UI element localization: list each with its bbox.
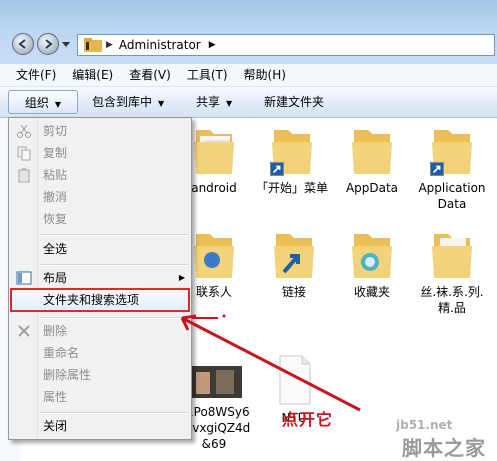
paste-icon: [18, 168, 30, 183]
chevron-down-icon: ▼: [226, 99, 233, 108]
submenu-arrow-icon: ▶: [178, 273, 185, 282]
menu-item-label: 属性: [43, 390, 68, 404]
menu-item-layout[interactable]: 布局 ▶: [9, 267, 191, 289]
menu-item-undo[interactable]: 撤消: [9, 186, 191, 208]
menu-item-label: 粘贴: [43, 168, 68, 182]
menu-item-copy[interactable]: 复制: [9, 142, 191, 164]
menu-item-close[interactable]: 关闭: [9, 415, 191, 437]
breadcrumb-chevron-icon[interactable]: ▶: [209, 40, 216, 50]
annotation-label: 点开它: [282, 410, 334, 429]
menu-bar: 文件(F) 编辑(E) 查看(V) 工具(T) 帮助(H): [0, 64, 497, 87]
menu-separator: [39, 317, 189, 319]
file-icon: [270, 352, 318, 408]
layout-icon: [16, 271, 32, 285]
folder-icon: [190, 122, 238, 178]
watermark-site: jb51.net: [396, 418, 453, 432]
watermark-brand: 脚本之家: [402, 436, 486, 460]
menu-item-paste[interactable]: 粘贴: [9, 164, 191, 186]
share-button[interactable]: 共享 ▼: [196, 87, 232, 117]
file-label: 收藏夹: [353, 285, 390, 299]
menu-item-label: 复制: [43, 146, 68, 160]
file-item-appdata[interactable]: AppData: [334, 122, 410, 196]
menu-item-label: 文件夹和搜索选项: [43, 293, 140, 307]
contacts-folder-icon: [190, 226, 238, 282]
file-label: AppData: [345, 181, 399, 195]
menu-tools[interactable]: 工具(T): [179, 64, 236, 86]
copy-icon: [17, 146, 31, 161]
menu-edit[interactable]: 编辑(E): [64, 64, 121, 86]
menu-item-label: 撤消: [43, 190, 68, 204]
breadcrumb-separator-icon[interactable]: ▶: [106, 40, 113, 50]
menu-item-cut[interactable]: 剪切: [9, 120, 191, 142]
organize-label: 组织: [24, 96, 49, 110]
folder-icon: [348, 122, 396, 178]
favorites-folder-icon: [348, 226, 396, 282]
file-item-folder-series[interactable]: 丝.袜.系.列.精.品: [414, 226, 490, 316]
menu-item-rename[interactable]: 重命名: [9, 342, 191, 364]
menu-separator: [39, 412, 189, 414]
chevron-down-icon: ▼: [54, 100, 62, 109]
image-thumbnail-icon: [186, 362, 242, 402]
file-item-links[interactable]: 链接: [256, 226, 332, 300]
menu-file[interactable]: 文件(F): [0, 64, 64, 86]
chevron-down-icon: ▼: [158, 99, 165, 108]
recent-pages-dropdown-icon[interactable]: [62, 40, 70, 48]
organize-menu: 剪切 复制 粘贴 撤消 恢复 全选 布局 ▶ 文件夹和搜索选项 删除 重命名 删…: [8, 117, 192, 440]
file-label: Application Data: [418, 181, 486, 211]
address-bar[interactable]: ▶ Administrator ▶: [77, 34, 495, 56]
menu-item-redo[interactable]: 恢复: [9, 208, 191, 230]
new-folder-label: 新建文件夹: [264, 95, 325, 109]
delete-x-icon: [18, 325, 30, 337]
file-item-favorites[interactable]: 收藏夹: [334, 226, 410, 300]
back-button[interactable]: [12, 33, 34, 55]
include-in-library-label: 包含到库中: [92, 95, 153, 109]
file-label: 丝.袜.系.列.精.品: [420, 285, 484, 315]
arrow-right-icon: [45, 39, 53, 49]
folder-shortcut-icon: [428, 122, 476, 178]
menu-item-folder-and-search-options[interactable]: 文件夹和搜索选项: [10, 288, 190, 312]
file-item-start-menu[interactable]: 「开始」菜单: [254, 122, 330, 196]
menu-item-remove-properties[interactable]: 删除属性: [9, 364, 191, 386]
scissors-icon: [17, 124, 31, 138]
forward-button[interactable]: [37, 33, 59, 55]
menu-view[interactable]: 查看(V): [121, 64, 179, 86]
breadcrumb-administrator[interactable]: Administrator: [119, 38, 201, 52]
menu-item-select-all[interactable]: 全选: [9, 238, 191, 260]
folder-shortcut-icon: [268, 122, 316, 178]
folder-icon: [428, 226, 476, 282]
menu-item-label: 恢复: [43, 212, 68, 226]
command-bar: 组织 ▼ 包含到库中 ▼ 共享 ▼ 新建文件夹: [0, 87, 497, 118]
menu-item-label: 布局: [43, 271, 68, 285]
include-in-library-button[interactable]: 包含到库中 ▼: [92, 87, 164, 117]
links-folder-icon: [270, 226, 318, 282]
menu-item-label: 删除属性: [43, 368, 92, 382]
share-label: 共享: [196, 95, 221, 109]
menu-item-label: 重命名: [43, 346, 80, 360]
menu-item-label: 删除: [43, 324, 68, 338]
organize-button[interactable]: 组织 ▼: [8, 90, 78, 114]
menu-help[interactable]: 帮助(H): [236, 64, 294, 86]
arrow-left-icon: [18, 39, 26, 49]
menu-item-label: 全选: [43, 242, 68, 256]
title-bar: ▶ Administrator ▶: [0, 0, 497, 64]
menu-item-properties[interactable]: 属性: [9, 386, 191, 408]
menu-separator: [39, 264, 189, 266]
menu-separator: [39, 234, 189, 236]
file-item-application-data[interactable]: Application Data: [414, 122, 490, 212]
new-folder-button[interactable]: 新建文件夹: [264, 87, 324, 117]
folder-icon: [84, 38, 102, 52]
file-label: 链接: [281, 285, 306, 299]
menu-item-label: 关闭: [43, 419, 68, 433]
menu-item-label: 剪切: [43, 124, 68, 138]
menu-item-delete[interactable]: 删除: [9, 320, 191, 342]
file-label: 「开始」菜单: [255, 181, 328, 195]
